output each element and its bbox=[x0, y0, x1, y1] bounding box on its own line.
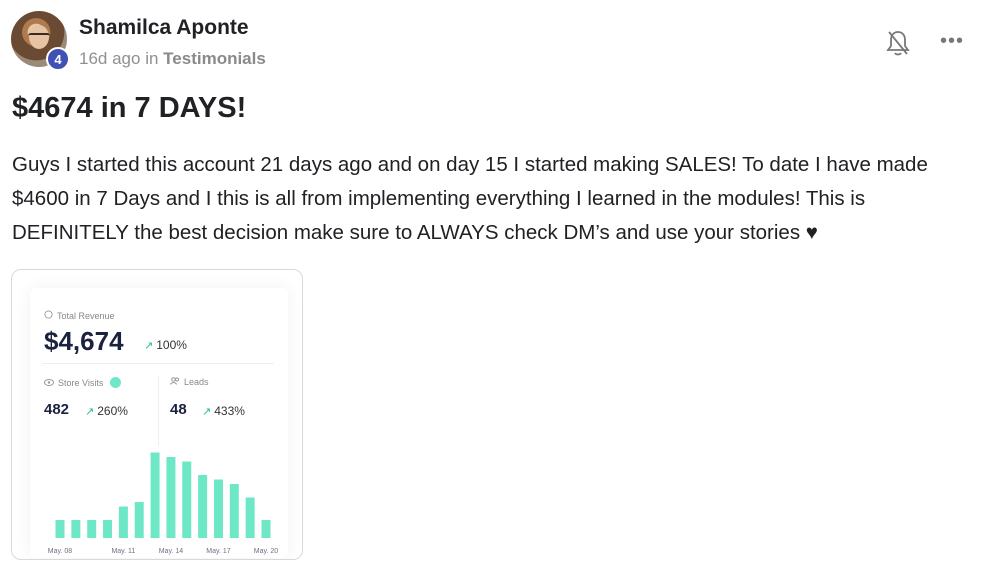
chart-tick-label: May. 20 bbox=[254, 548, 278, 555]
chart-bar bbox=[229, 484, 239, 538]
avatar-glasses bbox=[28, 33, 50, 41]
post-title: $4674 in 7 DAYS! bbox=[12, 92, 247, 124]
revenue-bar-chart: May. 08 May. 11 May. 14 May. 17 May. 20 bbox=[48, 452, 278, 555]
chart-bar bbox=[55, 520, 65, 538]
revenue-change: ↗ 100% bbox=[144, 338, 187, 352]
level-badge: 4 bbox=[46, 47, 70, 71]
leads-label-text: Leads bbox=[184, 377, 209, 387]
visits-change: ↗ 260% bbox=[85, 404, 128, 418]
chart-bar bbox=[134, 502, 144, 538]
visits-value: 482 bbox=[44, 401, 70, 418]
chart-bar bbox=[103, 520, 113, 538]
chart-tick-label: May. 08 bbox=[48, 548, 72, 555]
trend-up-icon: ↗ bbox=[144, 339, 154, 352]
stats-card: Total Revenue $4,674 ↗ 100% Store Visits… bbox=[30, 288, 288, 558]
visits-label-text: Store Visits bbox=[58, 377, 104, 388]
category-link[interactable]: Testimonials bbox=[163, 49, 266, 68]
revenue-label-text: Total Revenue bbox=[57, 310, 115, 321]
chart-bar bbox=[245, 497, 255, 538]
author-name[interactable]: Shamilca Aponte bbox=[79, 16, 249, 40]
chart-tick-label: May. 17 bbox=[206, 548, 230, 555]
chart-bar bbox=[182, 461, 192, 538]
leads-value: 48 bbox=[170, 401, 187, 418]
chart-tick-label: May. 14 bbox=[159, 548, 183, 555]
leads-change-text: 433% bbox=[214, 404, 245, 418]
meta-in-word: in bbox=[145, 49, 159, 68]
chart-bar bbox=[150, 452, 160, 538]
image-attachment[interactable]: Total Revenue $4,674 ↗ 100% Store Visits… bbox=[11, 269, 303, 560]
notification-bell-off-icon[interactable] bbox=[884, 28, 912, 58]
revenue-label: Total Revenue bbox=[44, 310, 115, 321]
leads-label: Leads bbox=[170, 377, 209, 387]
revenue-change-text: 100% bbox=[156, 338, 187, 352]
visits-label: Store Visits bbox=[44, 377, 122, 388]
post-body: Guys I started this account 21 days ago … bbox=[12, 153, 928, 244]
visits-change-text: 260% bbox=[97, 404, 128, 418]
leads-change: ↗ 433% bbox=[202, 404, 245, 418]
chart-bar bbox=[261, 520, 271, 538]
chart-bar bbox=[71, 520, 81, 538]
users-icon bbox=[170, 377, 180, 387]
post-time[interactable]: 16d ago bbox=[79, 49, 140, 68]
chart-bar bbox=[166, 457, 176, 538]
post-meta: 16d ago in Testimonials bbox=[79, 49, 266, 69]
vertical-divider bbox=[158, 376, 159, 446]
chart-bar bbox=[118, 506, 128, 538]
revenue-value: $4,674 bbox=[44, 326, 124, 356]
trend-up-icon: ↗ bbox=[202, 405, 212, 418]
more-options-icon[interactable]: ••• bbox=[940, 30, 966, 52]
trend-up-icon: ↗ bbox=[85, 405, 95, 418]
divider bbox=[42, 363, 274, 364]
chart-bar bbox=[198, 475, 208, 538]
chart-bar bbox=[87, 520, 97, 538]
chart-bar bbox=[213, 479, 223, 538]
chart-tick-label: May. 11 bbox=[111, 548, 135, 555]
eye-icon bbox=[44, 378, 54, 388]
dollar-circle-icon bbox=[44, 310, 53, 321]
visits-indicator-dot bbox=[110, 377, 122, 388]
